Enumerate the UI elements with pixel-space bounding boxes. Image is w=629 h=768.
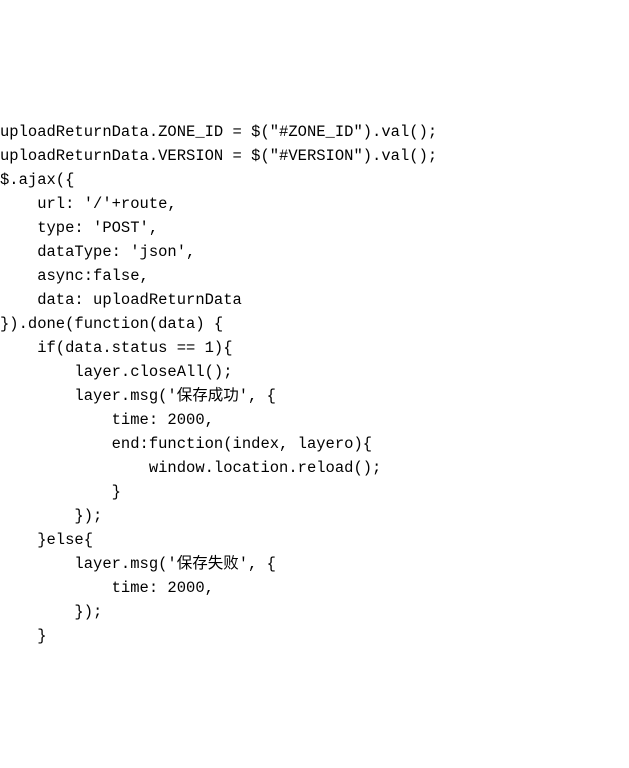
code-line: }else{ [0,531,93,549]
code-line: async:false, [0,267,149,285]
code-line: layer.closeAll(); [0,363,233,381]
code-line: uploadReturnData.VERSION = $("#VERSION")… [0,147,437,165]
code-line: layer.msg('保存失败', { [0,555,276,573]
code-line: $.ajax({ [0,171,74,189]
code-line: dataType: 'json', [0,243,195,261]
code-line: if(data.status == 1){ [0,339,233,357]
code-line: end:function(index, layero){ [0,435,372,453]
code-line: type: 'POST', [0,219,158,237]
code-line: } [0,627,47,645]
code-line: time: 2000, [0,411,214,429]
code-line: }); [0,603,102,621]
code-line: } [0,483,121,501]
code-line: url: '/'+route, [0,195,177,213]
code-line: layer.msg('保存成功', { [0,387,276,405]
code-line: data: uploadReturnData [0,291,242,309]
code-line: time: 2000, [0,579,214,597]
code-line: }); [0,507,102,525]
code-line: uploadReturnData.ZONE_ID = $("#ZONE_ID")… [0,123,437,141]
code-line: window.location.reload(); [0,459,381,477]
code-line: }).done(function(data) { [0,315,223,333]
code-block: uploadReturnData.ZONE_ID = $("#ZONE_ID")… [0,96,629,648]
